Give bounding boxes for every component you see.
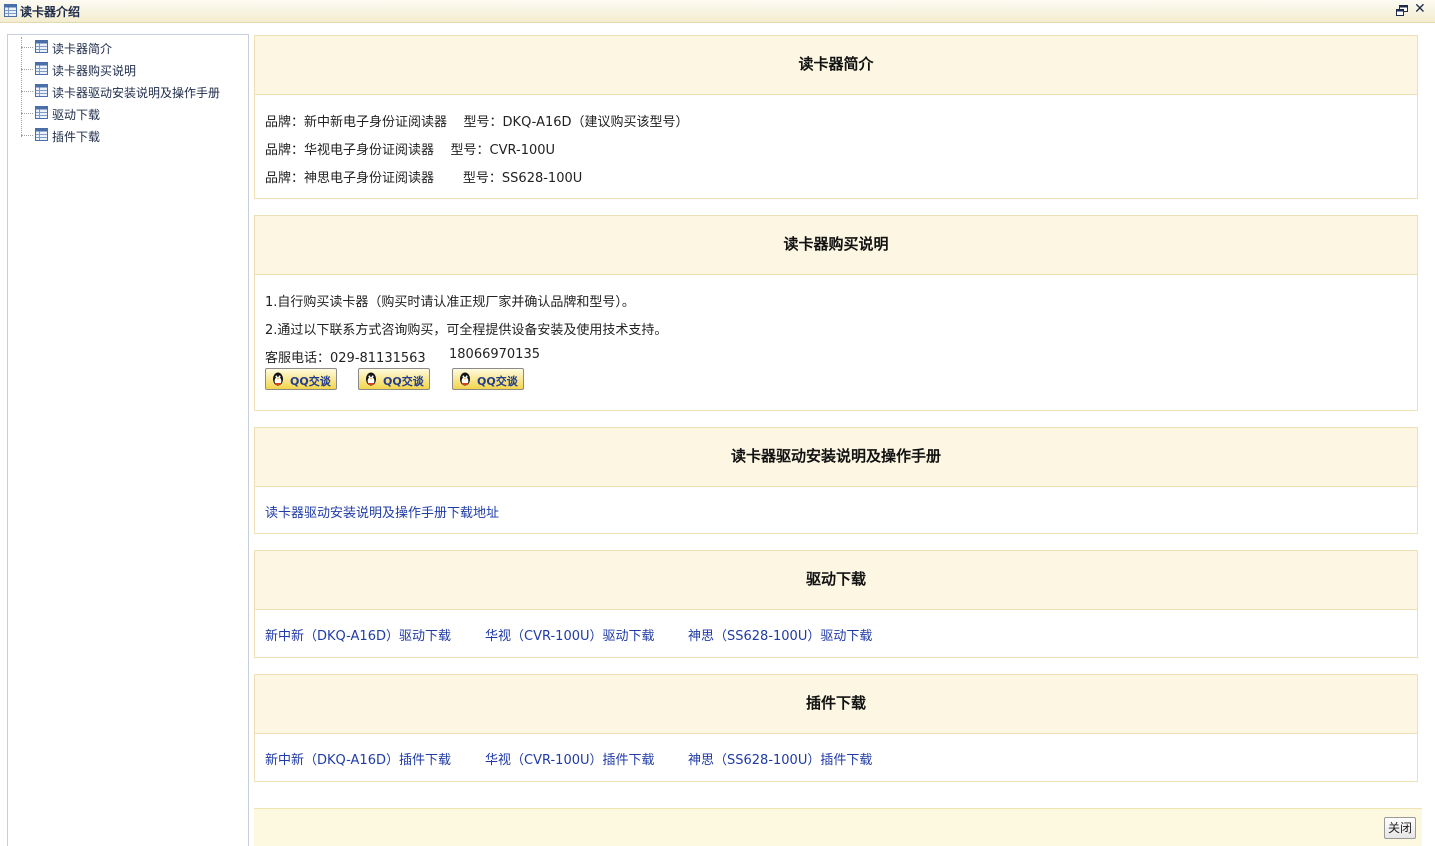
- tree-branch: [21, 135, 33, 136]
- intro-panel: 读卡器简介 品牌：新中新电子身份证阅读器 型号：DKQ-A16D（建议购买该型号…: [254, 35, 1418, 199]
- service-phone: 客服电话：029-81131563: [265, 351, 426, 366]
- window-title: 读卡器介绍: [20, 5, 81, 19]
- plugin-download-link[interactable]: 神思（SS628-100U）插件下载: [688, 749, 872, 768]
- qq-chat-button[interactable]: QQ交谈: [265, 368, 337, 390]
- purchase-step: 2.通过以下联系方式咨询购买，可全程提供设备安装及使用技术支持。: [265, 323, 668, 338]
- doc-icon: [35, 40, 48, 57]
- doc-icon: [35, 128, 48, 145]
- plugin-download-link[interactable]: 新中新（DKQ-A16D）插件下载: [265, 749, 451, 768]
- sidebar-item-label: 驱动下载: [52, 108, 101, 122]
- qq-chat-button[interactable]: QQ交谈: [452, 368, 524, 390]
- sidebar-item-label: 读卡器简介: [52, 42, 113, 56]
- manual-download-link[interactable]: 读卡器驱动安装说明及操作手册下载地址: [265, 502, 499, 521]
- qq-penguin-icon: [457, 371, 473, 390]
- qq-chat-button[interactable]: QQ交谈: [358, 368, 430, 390]
- panel-title: 读卡器购买说明: [255, 216, 1417, 275]
- brand-line: 品牌：新中新电子身份证阅读器 型号：DKQ-A16D（建议购买该型号）: [265, 115, 689, 130]
- panel-title: 读卡器简介: [255, 36, 1417, 95]
- plugin-download-link[interactable]: 华视（CVR-100U）插件下载: [485, 749, 655, 768]
- sidebar-tree: 读卡器简介 读卡器购买说明 读卡器驱动安装说明及操作手册 驱动下载 插件下载: [7, 34, 249, 846]
- sidebar-item-label: 插件下载: [52, 130, 101, 144]
- purchase-step: 1.自行购买读卡器（购买时请认准正规厂家并确认品牌和型号）。: [265, 295, 635, 310]
- manual-panel: 读卡器驱动安装说明及操作手册 读卡器驱动安装说明及操作手册下载地址: [254, 427, 1418, 534]
- grid-doc-icon: [4, 4, 17, 21]
- driver-download-link[interactable]: 神思（SS628-100U）驱动下载: [688, 625, 872, 644]
- sidebar-item-label: 读卡器驱动安装说明及操作手册: [52, 86, 221, 100]
- purchase-body: 1.自行购买读卡器（购买时请认准正规厂家并确认品牌和型号）。 2.通过以下联系方…: [255, 275, 1417, 410]
- tree-branch: [21, 91, 33, 92]
- brand-line: 品牌：华视电子身份证阅读器 型号：CVR-100U: [265, 143, 556, 158]
- driver-download-link[interactable]: 华视（CVR-100U）驱动下载: [485, 625, 655, 644]
- dialog-footer: 关闭: [254, 808, 1422, 846]
- doc-icon: [35, 84, 48, 101]
- plugins-panel: 插件下载 新中新（DKQ-A16D）插件下载 华视（CVR-100U）插件下载 …: [254, 674, 1418, 782]
- doc-icon: [35, 106, 48, 123]
- close-icon[interactable]: ✕: [1414, 1, 1426, 17]
- tree-branch: [21, 69, 33, 70]
- tree-branch: [21, 113, 33, 114]
- qq-button-label: QQ交谈: [290, 375, 331, 388]
- panel-title: 驱动下载: [255, 551, 1417, 610]
- restore-window-icon[interactable]: [1396, 5, 1408, 20]
- drivers-panel: 驱动下载 新中新（DKQ-A16D）驱动下载 华视（CVR-100U）驱动下载 …: [254, 550, 1418, 658]
- qq-button-label: QQ交谈: [477, 375, 518, 388]
- panel-title: 读卡器驱动安装说明及操作手册: [255, 428, 1417, 487]
- brand-line: 品牌：神思电子身份证阅读器 型号：SS628-100U: [265, 171, 583, 186]
- qq-button-row: QQ交谈 QQ交谈 QQ交谈: [265, 368, 565, 390]
- panel-title: 插件下载: [255, 675, 1417, 734]
- driver-download-link[interactable]: 新中新（DKQ-A16D）驱动下载: [265, 625, 451, 644]
- qq-penguin-icon: [363, 371, 379, 390]
- qq-button-label: QQ交谈: [383, 375, 424, 388]
- tree-branch: [21, 47, 33, 48]
- tree-connector: [21, 37, 22, 137]
- window-title-bar: 读卡器介绍 ✕: [0, 0, 1435, 23]
- sidebar-item-label: 读卡器购买说明: [52, 64, 137, 78]
- qq-penguin-icon: [270, 371, 286, 390]
- plugins-body: 新中新（DKQ-A16D）插件下载 华视（CVR-100U）插件下载 神思（SS…: [255, 734, 1417, 781]
- drivers-body: 新中新（DKQ-A16D）驱动下载 华视（CVR-100U）驱动下载 神思（SS…: [255, 610, 1417, 657]
- intro-body: 品牌：新中新电子身份证阅读器 型号：DKQ-A16D（建议购买该型号） 品牌：华…: [255, 95, 1417, 198]
- doc-icon: [35, 62, 48, 79]
- close-button[interactable]: 关闭: [1384, 817, 1416, 839]
- service-phone-2: 18066970135: [449, 347, 540, 362]
- purchase-panel: 读卡器购买说明 1.自行购买读卡器（购买时请认准正规厂家并确认品牌和型号）。 2…: [254, 215, 1418, 411]
- manual-body: 读卡器驱动安装说明及操作手册下载地址: [255, 487, 1417, 533]
